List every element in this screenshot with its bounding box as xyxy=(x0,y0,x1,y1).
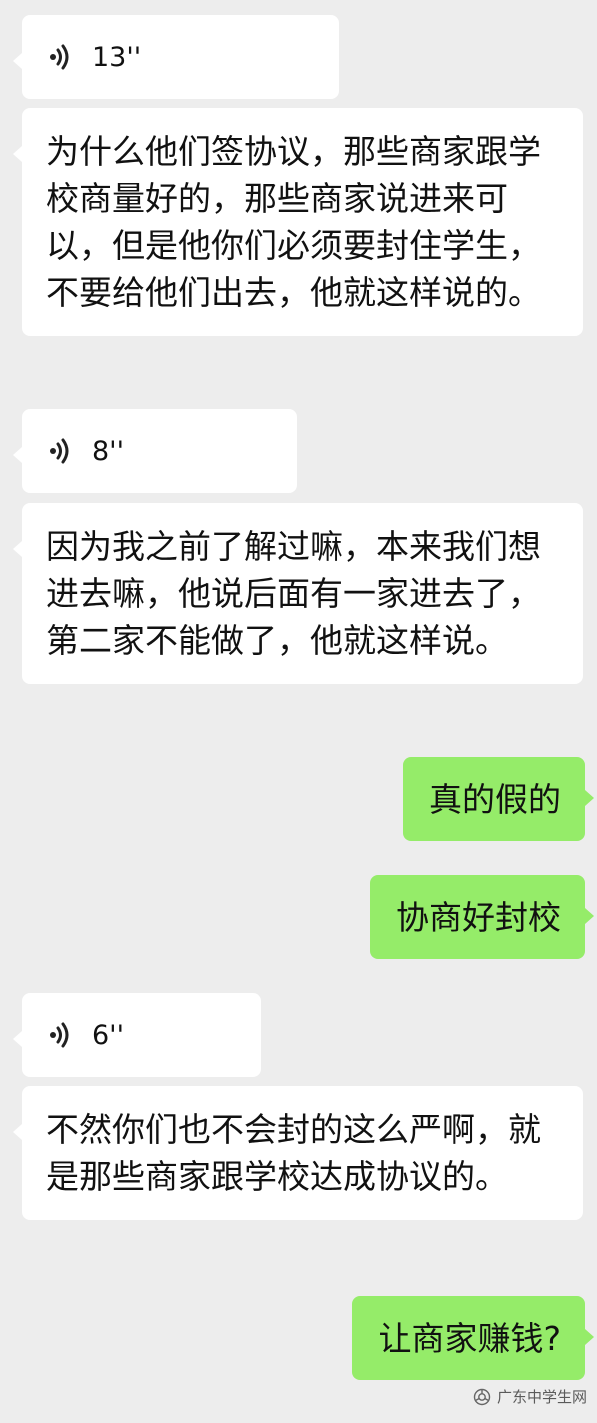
sent-message[interactable]: 协商好封校 xyxy=(370,875,594,959)
voice-duration: 6'' xyxy=(92,1019,125,1051)
message-text: 让商家赚钱? xyxy=(378,1319,561,1358)
message-text: 因为我之前了解过嘛，本来我们想进去嘛，他说后面有一家进去了，第二家不能做了，他就… xyxy=(46,527,541,660)
received-message[interactable]: 不然你们也不会封的这么严啊，就是那些商家跟学校达成协议的。 xyxy=(13,1086,583,1220)
voice-duration: 13'' xyxy=(92,41,142,73)
sent-message[interactable]: 真的假的 xyxy=(403,757,594,841)
voice-wave-icon xyxy=(50,44,69,70)
voice-message[interactable]: 8'' xyxy=(13,409,297,493)
message-text: 协商好封校 xyxy=(396,898,561,937)
received-message[interactable]: 因为我之前了解过嘛，本来我们想进去嘛，他说后面有一家进去了，第二家不能做了，他就… xyxy=(13,503,583,684)
watermark: 广东中学生网 xyxy=(473,1386,587,1407)
message-text: 为什么他们签协议，那些商家跟学校商量好的，那些商家说进来可以，但是他你们必须要封… xyxy=(46,132,541,312)
message-text: 真的假的 xyxy=(429,780,561,819)
wechat-official-account-icon xyxy=(473,1388,491,1405)
sent-message[interactable]: 让商家赚钱? xyxy=(352,1296,594,1380)
voice-wave-icon xyxy=(50,1022,69,1048)
watermark-text: 广东中学生网 xyxy=(496,1388,587,1406)
voice-message[interactable]: 6'' xyxy=(13,993,261,1077)
voice-wave-icon xyxy=(50,438,69,464)
message-text: 不然你们也不会封的这么严啊，就是那些商家跟学校达成协议的。 xyxy=(46,1110,541,1196)
received-message[interactable]: 为什么他们签协议，那些商家跟学校商量好的，那些商家说进来可以，但是他你们必须要封… xyxy=(13,108,583,336)
voice-duration: 8'' xyxy=(92,435,125,467)
voice-message[interactable]: 13'' xyxy=(13,15,339,99)
